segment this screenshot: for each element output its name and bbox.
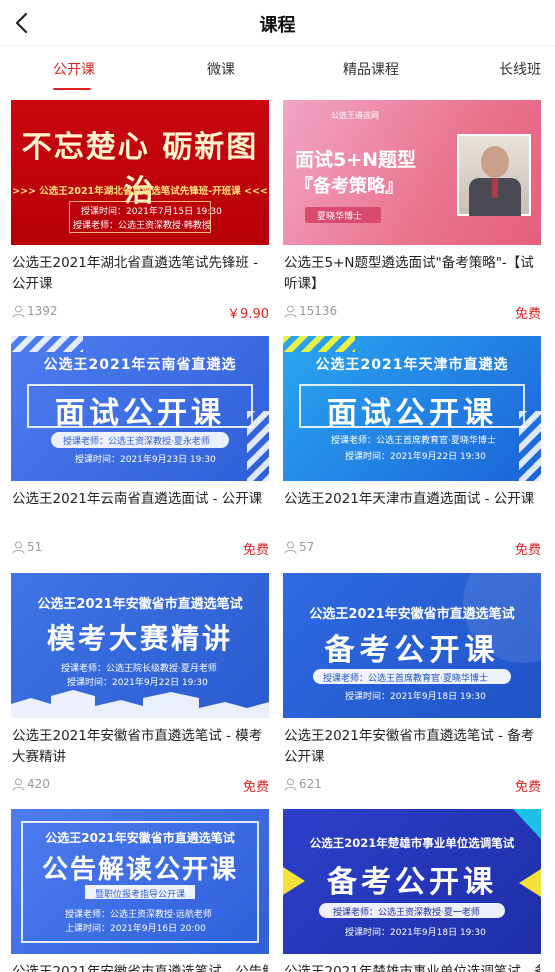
presenter-photo: [457, 134, 531, 216]
view-count: 51: [27, 540, 43, 554]
course-thumbnail[interactable]: 公选王2021年安徽省市直遴选笔试 备考公开课 授课老师：公选王首席教育官·夏晓…: [283, 573, 541, 718]
course-card[interactable]: 公选王2021年安徽省市直遴选笔试 模考大赛精讲 授课老师：公选王院长级教授·夏…: [11, 573, 269, 795]
course-thumbnail[interactable]: 公选王遴选网 面试5+N题型 『备考策略』 夏晓华博士: [283, 100, 541, 245]
view-count: 57: [299, 540, 315, 554]
course-card[interactable]: 公选王2021年天津市直遴选 面试公开课 授课老师：公选王首席教育官·夏晓华博士…: [283, 336, 541, 558]
view-count: 621: [299, 777, 322, 791]
course-title[interactable]: 公选王2021年安徽省市直遴选笔试 - 模考大赛精讲: [12, 726, 268, 768]
course-price: ￥9.90: [227, 307, 269, 322]
course-thumbnail[interactable]: 公选王2021年安徽省市直遴选笔试 公告解读公开课 暨职位报考指导公开课 授课老…: [11, 809, 269, 954]
user-icon: [12, 541, 25, 554]
course-title[interactable]: 公选王2021年安徽省市直遴选笔试 - 公告解: [12, 962, 268, 972]
course-card[interactable]: 公选王2021年安徽省市直遴选笔试 公告解读公开课 暨职位报考指导公开课 授课老…: [11, 809, 269, 972]
view-count: 1392: [27, 304, 58, 318]
user-icon: [284, 305, 297, 318]
course-price: 免费: [242, 780, 269, 795]
active-tab-indicator: [53, 88, 91, 90]
course-thumbnail[interactable]: 公选王2021年天津市直遴选 面试公开课 授课老师：公选王首席教育官·夏晓华博士…: [283, 336, 541, 481]
course-price: 免费: [514, 780, 541, 795]
course-title[interactable]: 公选王2021年云南省直遴选面试 - 公开课: [12, 489, 268, 510]
view-count: 420: [27, 777, 50, 791]
building-silhouette-icon: [11, 690, 269, 718]
tab-open-class[interactable]: 公开课: [53, 59, 95, 79]
tab-micro-class[interactable]: 微课: [207, 59, 235, 79]
user-icon: [284, 778, 297, 791]
view-count: 15136: [299, 304, 338, 318]
course-title[interactable]: 公选王2021年天津市直遴选面试 - 公开课: [284, 489, 540, 510]
course-title[interactable]: 公选王5+N题型遴选面试"备考策略"-【试听课】: [284, 253, 540, 295]
page-title: 课程: [259, 15, 296, 36]
course-card[interactable]: 公选王遴选网 面试5+N题型 『备考策略』 夏晓华博士 公选王5+N题型遴选面试…: [283, 100, 541, 322]
course-thumbnail[interactable]: 公选王2021年安徽省市直遴选笔试 模考大赛精讲 授课老师：公选王院长级教授·夏…: [11, 573, 269, 718]
course-price: 免费: [514, 543, 541, 558]
course-card[interactable]: 公选王2021年楚雄市事业单位选调笔试 备考公开课 授课老师：公选王资深教授·夏…: [283, 809, 541, 972]
course-title[interactable]: 公选王2021年湖北省直遴选笔试先锋班 - 公开课: [12, 253, 268, 295]
tab-bar: 公开课 微课 精品课程 长线班: [0, 46, 555, 92]
top-bar: 课程: [0, 0, 555, 46]
tab-long-term-class[interactable]: 长线班: [499, 59, 541, 79]
course-thumbnail[interactable]: 不忘楚心 砺新图治 >>> 公选王2021年湖北省直遴选笔试先锋班-开班课 <<…: [11, 100, 269, 245]
course-card[interactable]: 不忘楚心 砺新图治 >>> 公选王2021年湖北省直遴选笔试先锋班-开班课 <<…: [11, 100, 269, 322]
user-icon: [284, 541, 297, 554]
course-thumbnail[interactable]: 公选王2021年楚雄市事业单位选调笔试 备考公开课 授课老师：公选王资深教授·夏…: [283, 809, 541, 954]
course-thumbnail[interactable]: 公选王2021年云南省直遴选 面试公开课 授课老师：公选王资深教授·夏永老师 授…: [11, 336, 269, 481]
course-card[interactable]: 公选王2021年云南省直遴选 面试公开课 授课老师：公选王资深教授·夏永老师 授…: [11, 336, 269, 558]
course-price: 免费: [514, 307, 541, 322]
user-icon: [12, 305, 25, 318]
course-title[interactable]: 公选王2021年安徽省市直遴选笔试 - 备考公开课: [284, 726, 540, 768]
tab-premium-course[interactable]: 精品课程: [343, 59, 399, 79]
course-title[interactable]: 公选王2021年楚雄市事业单位选调笔试 - 备: [284, 962, 540, 972]
course-price: 免费: [242, 543, 269, 558]
course-card[interactable]: 公选王2021年安徽省市直遴选笔试 备考公开课 授课老师：公选王首席教育官·夏晓…: [283, 573, 541, 795]
user-icon: [12, 778, 25, 791]
